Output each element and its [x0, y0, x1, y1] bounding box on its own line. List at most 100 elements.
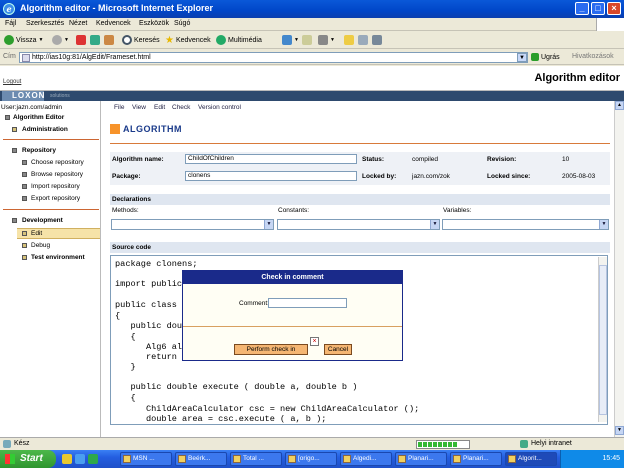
sidebar-item-export-repository[interactable]: Export repository: [31, 195, 80, 202]
item-icon: [22, 196, 27, 201]
status-label: Status:: [362, 156, 385, 163]
taskbar-item-active[interactable]: Algorit...: [505, 452, 557, 466]
code-line: ChildAreaCalculator csc = new ChildAreaC…: [115, 404, 420, 414]
taskbar-item[interactable]: Algedi...: [340, 452, 392, 466]
print-button[interactable]: ▼: [318, 34, 335, 46]
sidebar-item-choose-repository[interactable]: Choose repository: [31, 159, 84, 166]
address-input[interactable]: http://ias10g:81/AlgEdit/Frameset.html: [19, 52, 528, 63]
close-button[interactable]: ×: [607, 2, 621, 15]
sidebar-repository[interactable]: Repository: [22, 147, 56, 154]
taskbar-item[interactable]: Beérk...: [175, 452, 227, 466]
mail-button[interactable]: [302, 34, 312, 46]
algorithm-name-label: Algorithm name:: [112, 156, 164, 163]
locked-by-label: Locked by:: [362, 173, 397, 180]
minimize-button[interactable]: _: [575, 2, 589, 15]
section-title: ALGORITHM: [123, 124, 182, 134]
home-button[interactable]: [104, 34, 114, 46]
quicklaunch-icon[interactable]: [88, 454, 98, 464]
comment-label: Comment:: [239, 300, 269, 307]
scrollbar-thumb[interactable]: [599, 265, 607, 415]
discuss-button[interactable]: [358, 34, 368, 46]
chevron-down-icon: ▼: [430, 220, 439, 229]
quicklaunch-icon[interactable]: [75, 454, 85, 464]
home-icon: [104, 35, 114, 45]
quicklaunch-icon[interactable]: [62, 454, 72, 464]
logout-link[interactable]: Logout: [3, 79, 21, 85]
favorites-button[interactable]: ★ Kedvencek: [165, 34, 211, 46]
app-icon: [508, 455, 516, 463]
menu-tools[interactable]: Eszközök: [139, 20, 169, 27]
go-button[interactable]: Ugrás: [531, 53, 560, 61]
main-menu-file[interactable]: File: [114, 104, 124, 111]
sidebar-algorithm-editor[interactable]: Algorithm Editor: [13, 114, 64, 121]
chevron-down-icon: ▼: [599, 220, 608, 229]
sidebar-item-browse-repository[interactable]: Browse repository: [31, 171, 83, 178]
sidebar-item-debug[interactable]: Debug: [31, 242, 50, 249]
back-arrow-icon: [4, 35, 14, 45]
sidebar-test-environment[interactable]: Test environment: [31, 254, 85, 261]
progress-fill: [418, 442, 457, 447]
taskbar-item[interactable]: [origo...: [285, 452, 337, 466]
scroll-down-icon[interactable]: ▼: [615, 426, 624, 435]
window-title-bar[interactable]: e Algorithm editor - Microsoft Internet …: [0, 0, 624, 18]
menu-view[interactable]: Nézet: [69, 20, 87, 27]
sidebar-item-import-repository[interactable]: Import repository: [31, 183, 80, 190]
taskbar-item[interactable]: Total ...: [230, 452, 282, 466]
taskbar-item[interactable]: Planari...: [395, 452, 447, 466]
forward-button[interactable]: ▼: [52, 34, 69, 46]
perform-check-in-button[interactable]: Perform check in: [234, 344, 308, 355]
messenger-button[interactable]: [372, 34, 382, 46]
item-icon: [22, 184, 27, 189]
address-dropdown[interactable]: ▼: [517, 53, 527, 62]
scroll-up-icon[interactable]: ▲: [615, 101, 624, 110]
page-scrollbar[interactable]: ▲ ▼: [614, 101, 624, 437]
refresh-button[interactable]: [90, 34, 100, 46]
code-scrollbar[interactable]: [598, 257, 607, 422]
history-button[interactable]: ▼: [282, 34, 299, 46]
item-icon: [22, 160, 27, 165]
edit-page-button[interactable]: [344, 34, 354, 46]
expand-icon: [12, 127, 17, 132]
package-field[interactable]: clonens: [185, 171, 357, 181]
sidebar-administration[interactable]: Administration: [22, 126, 68, 133]
sidebar-development[interactable]: Development: [22, 217, 63, 224]
address-label: Cím: [3, 53, 16, 60]
sidebar-item-edit[interactable]: Edit: [31, 230, 42, 237]
methods-select[interactable]: ▼: [111, 219, 274, 230]
comment-input[interactable]: [268, 298, 347, 308]
constants-select[interactable]: ▼: [277, 219, 440, 230]
clock[interactable]: 15:45: [602, 455, 620, 462]
menu-file[interactable]: Fájl: [5, 20, 16, 27]
item-icon: [22, 172, 27, 177]
menu-help[interactable]: Súgó: [174, 20, 190, 27]
code-line: public dou: [115, 321, 183, 331]
start-button[interactable]: Start: [0, 450, 56, 468]
variables-select[interactable]: ▼: [442, 219, 609, 230]
menu-edit[interactable]: Szerkesztés: [26, 20, 64, 27]
stop-button[interactable]: [76, 34, 86, 46]
ie-icon: e: [3, 3, 15, 15]
loxon-logo-sub: solutions: [50, 93, 70, 99]
maximize-button[interactable]: □: [591, 2, 605, 15]
cancel-button[interactable]: Cancel: [324, 344, 352, 355]
search-button[interactable]: Keresés: [122, 34, 160, 46]
code-line: package clonens;: [115, 259, 198, 269]
folder-icon: [344, 35, 354, 45]
code-line: double area = csc.execute ( a, b );: [115, 414, 327, 424]
code-line: }: [115, 362, 136, 372]
links-label[interactable]: Hivatkozások: [572, 53, 614, 60]
menu-favorites[interactable]: Kedvencek: [96, 20, 131, 27]
collapse-icon: [12, 218, 17, 223]
main-menu-check[interactable]: Check: [172, 104, 190, 111]
main-menu-edit[interactable]: Edit: [154, 104, 165, 111]
main-menu-view[interactable]: View: [132, 104, 146, 111]
back-button[interactable]: Vissza ▼: [4, 34, 43, 46]
dialog-title: Check in comment: [183, 271, 402, 284]
taskbar-item[interactable]: Planari...: [450, 452, 502, 466]
multimedia-button[interactable]: Multimédia: [216, 34, 262, 46]
taskbar-item[interactable]: MSN ...: [120, 452, 172, 466]
main-menu-version-control[interactable]: Version control: [198, 104, 241, 111]
algorithm-name-field[interactable]: ChildOfChildren: [185, 154, 357, 164]
messenger-icon: [372, 35, 382, 45]
app-icon: [398, 455, 406, 463]
